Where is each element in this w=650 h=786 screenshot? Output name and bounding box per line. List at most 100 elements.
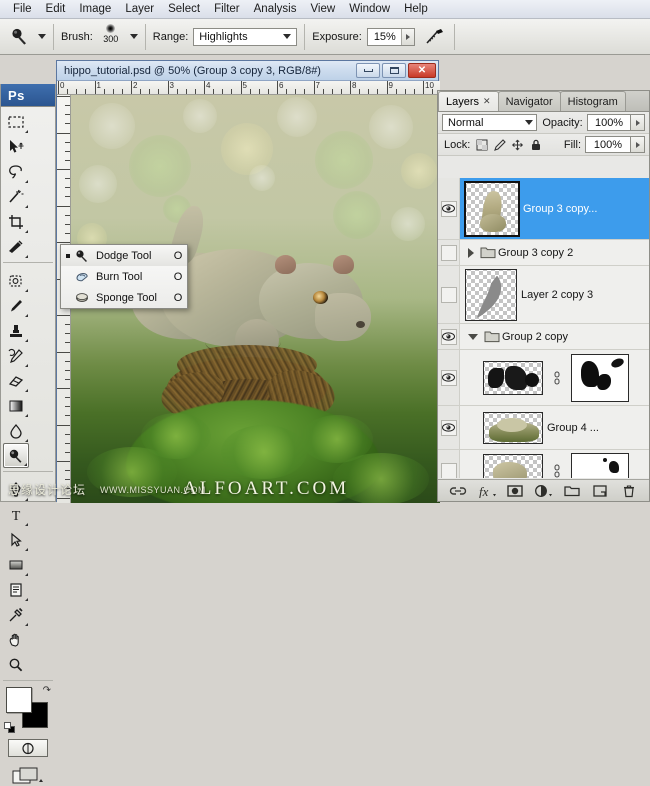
lasso-tool-icon[interactable]	[3, 159, 29, 184]
tab-navigator[interactable]: Navigator	[498, 91, 561, 111]
menu-item-image[interactable]: Image	[72, 1, 118, 17]
notes-tool-icon[interactable]	[3, 577, 29, 602]
hand-tool-icon[interactable]	[3, 627, 29, 652]
disclosure-triangle-icon[interactable]	[468, 334, 478, 340]
flyout-item-dodge-tool[interactable]: Dodge Tool O	[61, 245, 187, 266]
blend-mode-select[interactable]: Normal	[442, 114, 537, 131]
layer-thumbnail[interactable]	[484, 455, 542, 479]
menu-item-analysis[interactable]: Analysis	[247, 1, 304, 17]
clone-stamp-tool-icon[interactable]	[3, 318, 29, 343]
table-row[interactable]: Layer 2 copy 3	[438, 266, 649, 324]
layer-visibility-toggle[interactable]	[438, 350, 460, 405]
shape-tool-icon[interactable]	[3, 552, 29, 577]
close-icon[interactable]: ✕	[408, 63, 436, 78]
layer-visibility-toggle[interactable]	[438, 324, 460, 349]
airbrush-icon[interactable]	[423, 26, 447, 48]
window-controls: ✕	[354, 63, 438, 78]
exposure-input[interactable]: 15%	[367, 28, 415, 46]
eraser-tool-icon[interactable]	[3, 368, 29, 393]
brush-chevron-down-icon[interactable]	[130, 34, 138, 39]
lock-transparency-icon[interactable]	[474, 137, 489, 152]
type-tool-icon[interactable]: T	[3, 502, 29, 527]
flyout-item-sponge-tool[interactable]: Sponge Tool O	[61, 287, 187, 308]
tab-layers[interactable]: Layers ✕	[438, 91, 499, 111]
layer-visibility-toggle[interactable]	[438, 266, 460, 323]
opacity-input[interactable]: 100%	[587, 114, 632, 131]
link-layers-icon[interactable]	[448, 482, 468, 500]
layer-thumbnail[interactable]	[466, 270, 516, 320]
lock-image-icon[interactable]	[492, 137, 507, 152]
quick-mask-icon[interactable]	[8, 739, 48, 757]
foreground-color-swatch[interactable]	[6, 687, 32, 713]
close-tab-icon[interactable]: ✕	[483, 96, 491, 107]
layer-thumbnail[interactable]	[484, 362, 542, 394]
default-colors-icon[interactable]	[4, 722, 15, 733]
delete-layer-icon[interactable]	[619, 482, 639, 500]
fill-input[interactable]: 100%	[585, 136, 631, 153]
layer-visibility-toggle[interactable]	[438, 178, 460, 239]
layer-visibility-toggle[interactable]	[438, 450, 460, 478]
flyout-item-burn-tool[interactable]: Burn Tool O	[61, 266, 187, 287]
layer-list[interactable]: Group 3 copy... Group 3 copy 2 Layer 2 c…	[438, 178, 649, 478]
menu-item-filter[interactable]: Filter	[207, 1, 247, 17]
marquee-tool-icon[interactable]	[3, 109, 29, 134]
brush-tool-icon[interactable]	[3, 293, 29, 318]
table-row[interactable]	[438, 350, 649, 406]
path-selection-tool-icon[interactable]	[3, 527, 29, 552]
layer-mask-thumbnail[interactable]	[572, 454, 628, 479]
table-row[interactable]: Group 3 copy...	[438, 178, 649, 240]
exposure-stepper[interactable]	[401, 29, 414, 45]
gradient-tool-icon[interactable]	[3, 393, 29, 418]
move-tool-icon[interactable]	[3, 134, 29, 159]
layer-style-fx-icon[interactable]: fx	[477, 482, 497, 500]
opacity-stepper[interactable]	[631, 114, 645, 131]
new-layer-icon[interactable]	[590, 482, 610, 500]
lock-position-icon[interactable]	[510, 137, 525, 152]
mask-link-icon[interactable]	[549, 370, 564, 385]
range-select[interactable]: Highlights	[193, 28, 297, 46]
menu-item-layer[interactable]: Layer	[118, 1, 161, 17]
new-group-icon[interactable]	[562, 482, 582, 500]
tab-histogram[interactable]: Histogram	[560, 91, 626, 111]
svg-text:T: T	[12, 509, 21, 523]
menu-item-edit[interactable]: Edit	[39, 1, 73, 17]
zoom-tool-icon[interactable]	[3, 652, 29, 677]
fill-stepper[interactable]	[631, 136, 645, 153]
dodge-tool-icon[interactable]	[3, 443, 29, 468]
layer-mask-thumbnail[interactable]	[572, 355, 628, 401]
history-brush-tool-icon[interactable]	[3, 343, 29, 368]
crop-tool-icon[interactable]	[3, 209, 29, 234]
blur-tool-icon[interactable]	[3, 418, 29, 443]
dodge-tool-icon[interactable]	[8, 26, 32, 48]
healing-brush-tool-icon[interactable]	[3, 268, 29, 293]
table-row[interactable]: Group 3 copy 2	[438, 240, 649, 266]
slice-tool-icon[interactable]	[3, 234, 29, 259]
menu-item-window[interactable]: Window	[342, 1, 397, 17]
adjustment-layer-icon[interactable]	[533, 482, 553, 500]
lock-all-icon[interactable]	[528, 137, 543, 152]
table-row[interactable]	[438, 450, 649, 478]
layer-visibility-toggle[interactable]	[438, 406, 460, 449]
add-mask-icon[interactable]	[505, 482, 525, 500]
screen-mode-icon[interactable]	[11, 766, 45, 786]
table-row[interactable]: Group 4 ...	[438, 406, 649, 450]
menu-item-help[interactable]: Help	[397, 1, 435, 17]
menu-item-select[interactable]: Select	[161, 1, 207, 17]
tool-preset-chevron-down-icon[interactable]	[38, 34, 46, 39]
layer-visibility-toggle[interactable]	[438, 240, 460, 265]
menu-item-file[interactable]: File	[6, 1, 39, 17]
bokeh-circle	[249, 165, 275, 191]
menu-item-view[interactable]: View	[303, 1, 342, 17]
swap-colors-icon[interactable]: ↷	[43, 685, 51, 696]
disclosure-triangle-icon[interactable]	[468, 248, 474, 258]
magic-wand-tool-icon[interactable]	[3, 184, 29, 209]
table-row[interactable]: Group 2 copy	[438, 324, 649, 350]
document-title-bar[interactable]: hippo_tutorial.psd @ 50% (Group 3 copy 3…	[57, 61, 438, 81]
brush-preview[interactable]: 300	[98, 23, 124, 51]
maximize-icon[interactable]	[382, 63, 406, 78]
eyedropper-tool-icon[interactable]	[3, 602, 29, 627]
layer-thumbnail[interactable]	[466, 183, 518, 235]
layer-thumbnail[interactable]	[484, 413, 542, 443]
mask-link-icon[interactable]	[549, 463, 564, 478]
minimize-icon[interactable]	[356, 63, 380, 78]
